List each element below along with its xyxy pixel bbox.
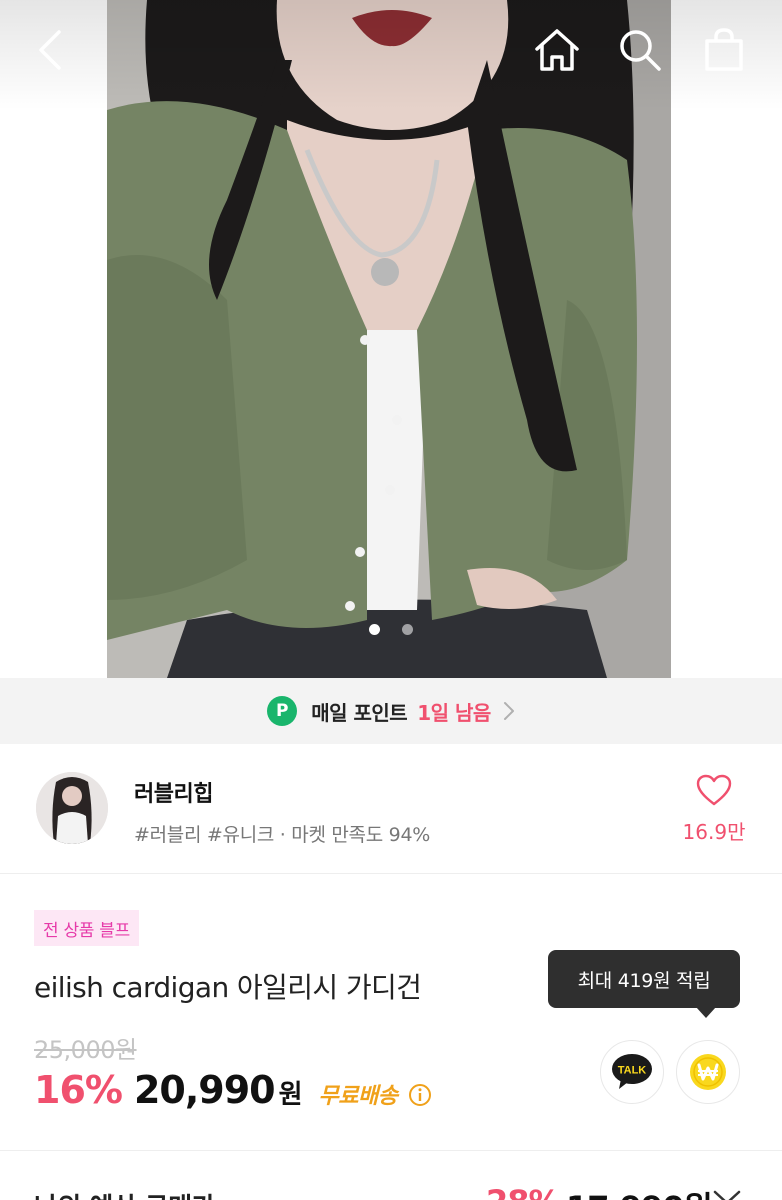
original-price: 25,000원 [34, 1036, 137, 1064]
like-count: 16.9만 [682, 820, 746, 844]
shopping-bag-icon [705, 28, 743, 71]
reward-coin-button[interactable] [676, 1040, 740, 1104]
search-icon [620, 30, 661, 71]
points-remaining: 1일 남음 [417, 700, 491, 725]
reward-tooltip: 최대 419원 적립 [548, 950, 740, 1008]
back-button[interactable] [22, 22, 78, 78]
home-icon [535, 29, 579, 71]
svg-text:TALK: TALK [618, 1065, 647, 1077]
price-row: 16% 20,990 원 무료배송 [34, 1068, 432, 1120]
product-title: eilish cardigan 아일리시 가디건 [34, 971, 422, 1004]
daily-points-banner[interactable]: P 매일 포인트 1일 남음 [0, 678, 782, 744]
info-icon[interactable] [408, 1083, 432, 1107]
chevron-right-icon [503, 702, 514, 720]
tooltip-arrow [696, 1007, 716, 1018]
heart-icon [696, 774, 732, 806]
product-image-gallery[interactable] [0, 0, 782, 678]
cart-button[interactable] [696, 22, 752, 78]
event-badge: 전 상품 블프 [34, 910, 139, 946]
home-button[interactable] [529, 22, 585, 78]
pagination-dot[interactable] [402, 624, 413, 635]
pagination-dot-active[interactable] [369, 624, 380, 635]
free-shipping-label: 무료배송 [318, 1084, 398, 1109]
expected-price: 17,990원 [566, 1183, 713, 1200]
kakao-talk-icon: TALK [612, 1054, 652, 1089]
discount-rate: 16% [34, 1068, 123, 1112]
shop-info[interactable]: 러블리힙 #러블리 #유니크 · 마켓 만족도 94% 16.9만 [0, 744, 782, 874]
product-photo [107, 0, 671, 678]
search-button[interactable] [612, 22, 668, 78]
sale-price: 20,990 [133, 1068, 276, 1112]
shop-avatar[interactable] [36, 772, 108, 844]
kakao-talk-button[interactable]: TALK [600, 1040, 664, 1104]
expected-price-label: 나의 예상 구매가 [34, 1187, 216, 1200]
points-banner-text: 매일 포인트 [311, 700, 408, 725]
currency-unit: 원 [278, 1080, 303, 1110]
won-coin-icon [690, 1054, 726, 1090]
expected-discount-rate: 28% [486, 1183, 561, 1200]
chevron-down-icon [713, 1190, 741, 1200]
expected-price-row[interactable]: 나의 예상 구매가 28% 17,990원 [0, 1151, 782, 1200]
like-button[interactable]: 16.9만 [672, 774, 756, 845]
chevron-left-icon [39, 30, 61, 70]
gallery-pagination [0, 624, 782, 635]
shop-name[interactable]: 러블리힙 [134, 776, 213, 808]
points-icon: P [267, 696, 298, 726]
shop-tags: #러블리 #유니크 · 마켓 만족도 94% [134, 824, 430, 846]
